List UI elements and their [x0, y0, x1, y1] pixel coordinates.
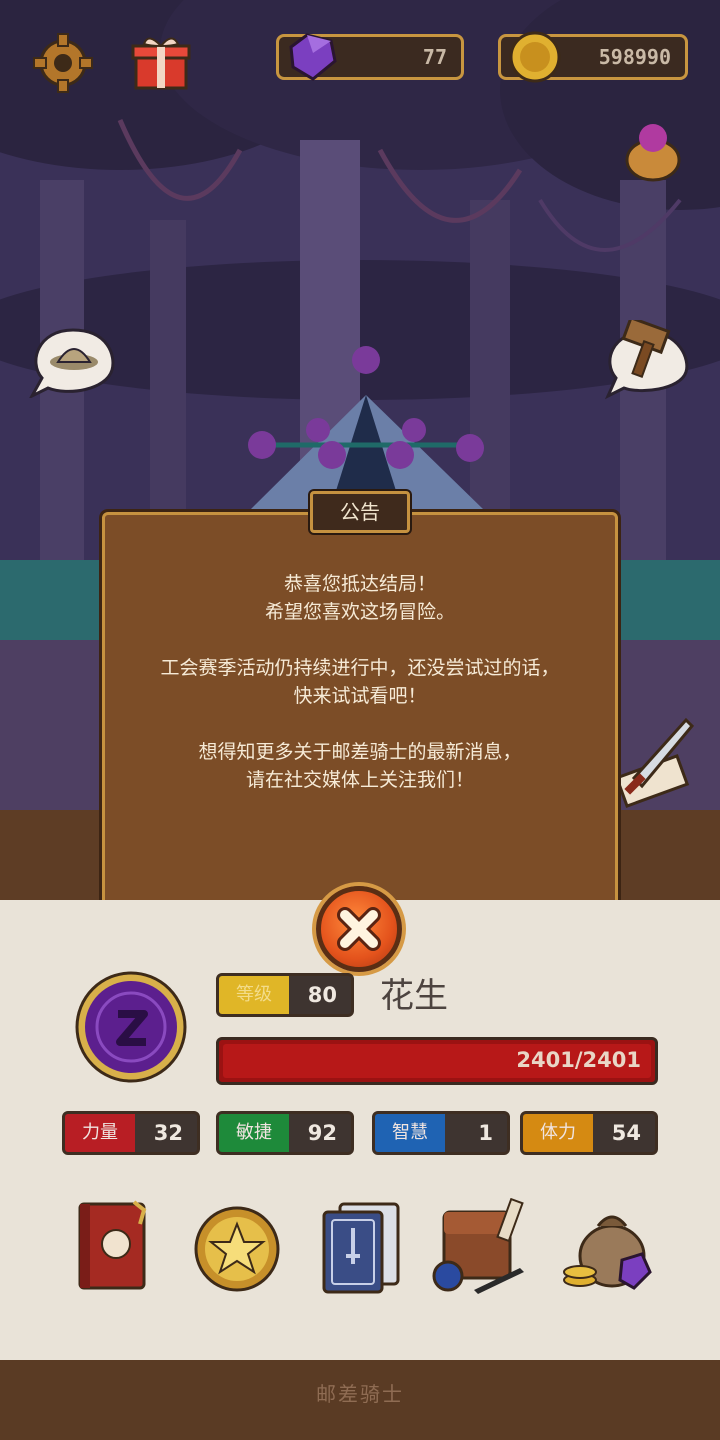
gem-count: 77 [422, 45, 447, 69]
stat-value: 32 [153, 1121, 183, 1145]
gear-icon [33, 33, 93, 93]
notice-title-plate: 公告 [310, 491, 410, 533]
stat-label: 力量 [65, 1114, 135, 1152]
stat-value: 54 [611, 1121, 641, 1145]
health-bar: 2401/2401 [216, 1037, 658, 1085]
notice-title: 公告 [340, 500, 380, 524]
explorer-speech-bubble[interactable] [28, 326, 118, 400]
emblem-icon [75, 971, 187, 1083]
loot-bag-button[interactable] [560, 1200, 656, 1296]
stat-strength: 力量 32 [62, 1111, 200, 1155]
close-notice-button[interactable] [316, 886, 402, 972]
settings-button[interactable] [32, 32, 94, 94]
stat-value: 92 [307, 1121, 337, 1145]
notice-line: 请在社交媒体上关注我们！ [245, 769, 474, 791]
stat-label: 智慧 [375, 1114, 445, 1152]
notice-line: 恭喜您抵达结局！ [283, 573, 436, 595]
stat-wisdom: 智慧 1 [372, 1111, 510, 1155]
gift-icon [131, 37, 191, 90]
coin-count: 598990 [598, 45, 671, 69]
notice-line: 快来试试看吧！ [293, 685, 427, 707]
notice-line: 希望您喜欢这场冒险。 [264, 601, 455, 623]
gift-button[interactable] [130, 32, 192, 90]
level-badge: 等级 80 [216, 973, 354, 1017]
purple-gem-icon [289, 33, 337, 81]
achievements-button[interactable] [192, 1204, 282, 1294]
backpack-icon [432, 1197, 524, 1294]
loot-bag-icon [563, 1215, 652, 1290]
star-medal-icon [194, 1206, 280, 1292]
book-icon [78, 1200, 147, 1290]
notice-line: 工会赛季活动仍持续进行中，还没尝试过的话， [160, 657, 560, 679]
player-name: 花生 [380, 976, 448, 1016]
card-deck-icon [322, 1202, 400, 1294]
guild-emblem[interactable] [74, 970, 188, 1084]
app-title: 邮差骑士 [316, 1382, 404, 1406]
stat-label: 敏捷 [219, 1114, 289, 1152]
close-icon [337, 907, 381, 951]
gem-counter: 77 [276, 33, 464, 81]
journal-button[interactable] [74, 1198, 154, 1294]
stat-value: 1 [478, 1121, 493, 1145]
coin-counter: 598990 [498, 31, 688, 83]
explorer-hat-icon [28, 328, 115, 400]
gold-coin-icon [509, 31, 561, 83]
stat-stamina: 体力 54 [520, 1111, 658, 1155]
notice-message: 恭喜您抵达结局！ 希望您喜欢这场冒险。 工会赛季活动仍持续进行中，还没尝试过的话… [118, 570, 602, 794]
notice-line: 想得知更多关于邮差骑士的最新消息， [198, 741, 522, 763]
cards-button[interactable] [318, 1198, 404, 1296]
level-label: 等级 [219, 976, 289, 1014]
treasure-pouch[interactable] [624, 120, 682, 182]
gem-pouch-icon [625, 124, 681, 182]
hammer-icon [604, 315, 689, 400]
health-value: 2401/2401 [516, 1048, 641, 1072]
hammer-speech-bubble[interactable] [600, 315, 692, 400]
sword-scroll[interactable] [612, 716, 696, 816]
stat-label: 体力 [523, 1114, 593, 1152]
stat-agility: 敏捷 92 [216, 1111, 354, 1155]
footer-bar: 邮差骑士 [0, 1360, 720, 1440]
level-value: 80 [307, 983, 337, 1007]
inventory-button[interactable] [430, 1197, 534, 1296]
sword-icon [614, 717, 695, 808]
